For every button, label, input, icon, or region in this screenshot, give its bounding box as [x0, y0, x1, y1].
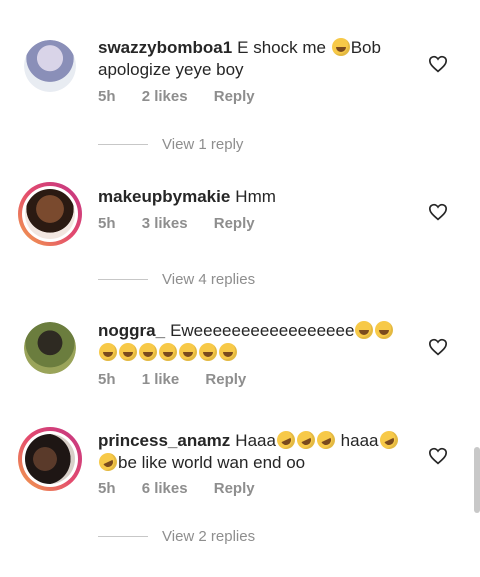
view-replies-button[interactable]: View 2 replies — [98, 528, 255, 545]
comment-meta: 5h 3 likes Reply — [98, 215, 277, 232]
rofl-emoji-icon — [293, 428, 318, 452]
laugh-emoji-icon — [179, 343, 197, 361]
laugh-emoji-icon — [119, 343, 137, 361]
avatar-ring-inner — [22, 186, 78, 242]
avatar[interactable] — [24, 40, 76, 92]
comment-username[interactable]: noggra_ — [98, 321, 165, 340]
comment-likes[interactable]: 1 like — [142, 371, 180, 388]
view-replies-label: View 1 reply — [162, 136, 244, 153]
laugh-emoji-icon — [331, 38, 350, 56]
reply-button[interactable]: Reply — [214, 215, 255, 232]
heart-icon[interactable] — [428, 203, 448, 221]
laugh-emoji-icon — [219, 343, 237, 361]
avatar[interactable] — [18, 427, 82, 491]
heart-icon[interactable] — [428, 55, 448, 73]
avatar-photo — [24, 40, 76, 92]
heart-icon[interactable] — [428, 338, 448, 356]
view-replies-button[interactable]: View 4 replies — [98, 271, 255, 288]
replies-divider — [98, 536, 148, 537]
comment-text: noggra_ Eweeeeeeeeeeeeeeeee — [98, 320, 428, 364]
rofl-emoji-icon — [313, 428, 338, 452]
comment-likes[interactable]: 3 likes — [142, 215, 188, 232]
laugh-emoji-icon — [159, 343, 177, 361]
comment-time: 5h — [98, 215, 116, 232]
comment-body: E shock me — [237, 38, 326, 57]
scrollbar-thumb[interactable] — [474, 447, 480, 513]
avatar[interactable] — [18, 182, 82, 246]
replies-divider — [98, 279, 148, 280]
comment-meta: 5h 2 likes Reply — [98, 88, 277, 105]
reply-button[interactable]: Reply — [205, 371, 246, 388]
comment-time: 5h — [98, 371, 116, 388]
laugh-emoji-icon — [355, 321, 374, 339]
comment-likes[interactable]: 6 likes — [142, 480, 188, 497]
comment-body-cont: haaa — [340, 431, 379, 450]
view-replies-button[interactable]: View 1 reply — [98, 136, 243, 153]
comment-body: Hmm — [235, 187, 276, 206]
laugh-emoji-icon — [139, 343, 157, 361]
comment-username[interactable]: makeupbymakie — [98, 187, 230, 206]
rofl-emoji-icon — [273, 428, 298, 452]
reply-button[interactable]: Reply — [214, 480, 255, 497]
comment-time: 5h — [98, 480, 116, 497]
rofl-emoji-icon — [376, 428, 401, 452]
avatar-photo — [25, 189, 75, 239]
replies-divider — [98, 144, 148, 145]
avatar-photo — [24, 322, 76, 374]
comment-text: swazzybomboa1 E shock me Bob apologize ye… — [98, 37, 428, 81]
comment-time: 5h — [98, 88, 116, 105]
comment-text: makeupbymakie Hmm — [98, 186, 428, 208]
comment-username[interactable]: princess_anamz — [98, 431, 230, 450]
comment-likes[interactable]: 2 likes — [142, 88, 188, 105]
heart-icon[interactable] — [428, 447, 448, 465]
comment-meta: 5h 6 likes Reply — [98, 480, 277, 497]
avatar-ring-inner — [22, 431, 78, 487]
comment-body: Eweeeeeeeeeeeeeeeee — [170, 321, 355, 340]
avatar[interactable] — [24, 322, 76, 374]
reply-button[interactable]: Reply — [214, 88, 255, 105]
comment-body: Haaa — [235, 431, 276, 450]
comment-username[interactable]: swazzybomboa1 — [98, 38, 232, 57]
laugh-emoji-icon — [199, 343, 217, 361]
comment-text: princess_anamz Haaa haaa be like world wa… — [96, 428, 428, 474]
rofl-emoji-icon — [96, 450, 120, 474]
laugh-emoji-icon — [375, 321, 394, 339]
view-replies-label: View 2 replies — [162, 528, 256, 545]
view-replies-label: View 4 replies — [162, 271, 256, 288]
laugh-emoji-icon — [99, 343, 117, 361]
comment-meta: 5h 1 like Reply — [98, 371, 268, 388]
comment-body-cont: be like world wan end oo — [118, 453, 306, 472]
avatar-photo — [25, 434, 75, 484]
